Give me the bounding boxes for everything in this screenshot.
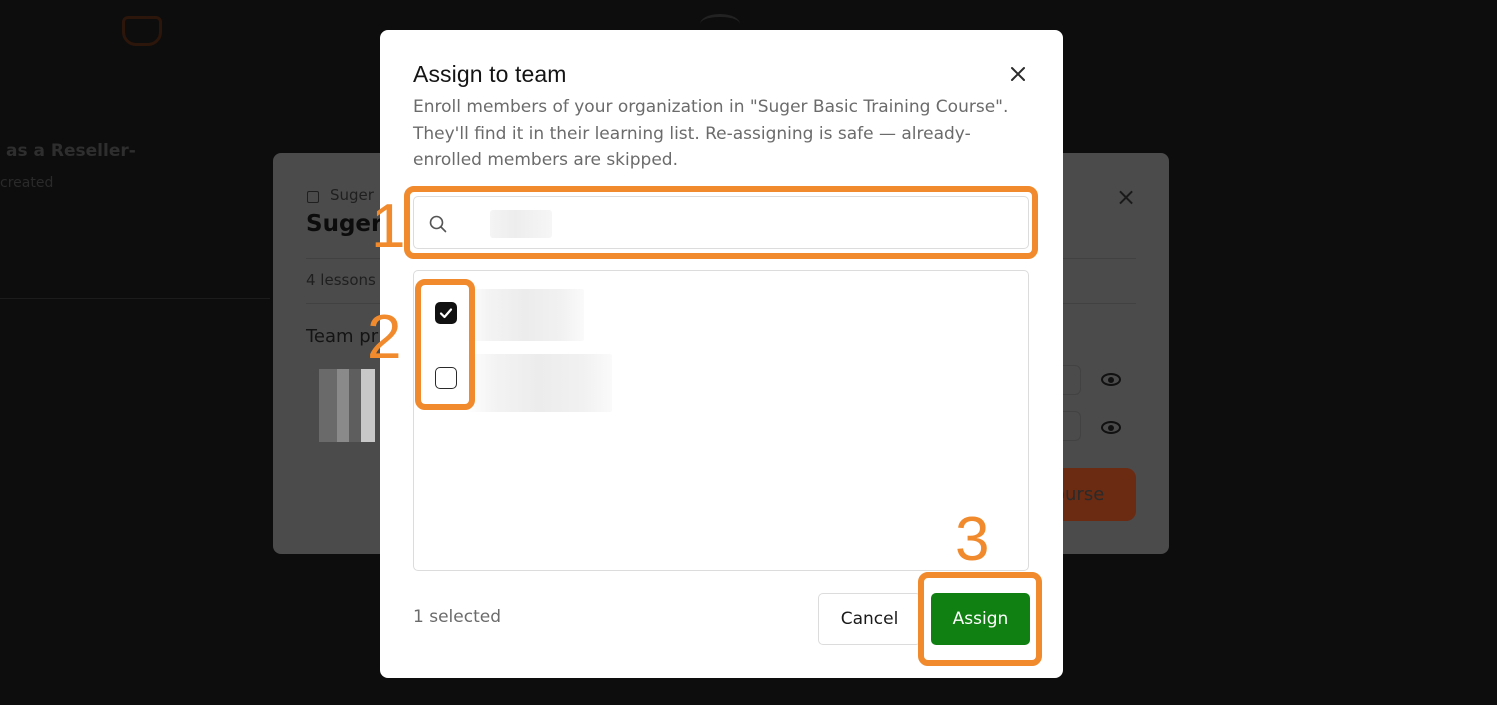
- drawer-avatar: [319, 369, 375, 442]
- drawer-breadcrumb: Suger: [330, 186, 374, 204]
- building-icon: [307, 191, 319, 203]
- graduation-cap-icon: [122, 16, 162, 46]
- redacted-member-name: [466, 354, 612, 412]
- drawer-close-icon: ×: [1116, 183, 1137, 211]
- background-divider: [0, 298, 270, 299]
- drawer-lesson-count: 4 lessons: [306, 271, 376, 289]
- member-search-input[interactable]: [458, 205, 998, 241]
- search-icon: [428, 214, 448, 234]
- cancel-button[interactable]: Cancel: [818, 593, 921, 645]
- assign-to-team-dialog: Assign to team Enroll members of your or…: [380, 30, 1063, 678]
- dialog-title: Assign to team: [413, 61, 567, 87]
- drawer-team-heading: Team pr: [306, 326, 379, 347]
- member-list[interactable]: [413, 270, 1029, 571]
- selected-count: 1 selected: [413, 607, 501, 627]
- member-row[interactable]: [414, 350, 1028, 412]
- member-search-box[interactable]: [413, 196, 1029, 249]
- background-course-title: as a Reseller-: [6, 141, 136, 161]
- member-checkbox[interactable]: [435, 367, 457, 389]
- assign-button[interactable]: Assign: [931, 593, 1030, 645]
- member-row[interactable]: [414, 285, 1028, 341]
- eye-icon: [1101, 421, 1121, 434]
- screen: as a Reseller- created Suger Suger I × 4…: [0, 0, 1497, 705]
- redacted-member-name: [466, 289, 584, 341]
- member-checkbox-checked[interactable]: [435, 302, 457, 324]
- dialog-description: Enroll members of your organization in "…: [413, 97, 1009, 170]
- eye-icon: [1101, 373, 1121, 386]
- close-icon[interactable]: [1007, 63, 1029, 85]
- background-course-meta: created: [0, 175, 54, 191]
